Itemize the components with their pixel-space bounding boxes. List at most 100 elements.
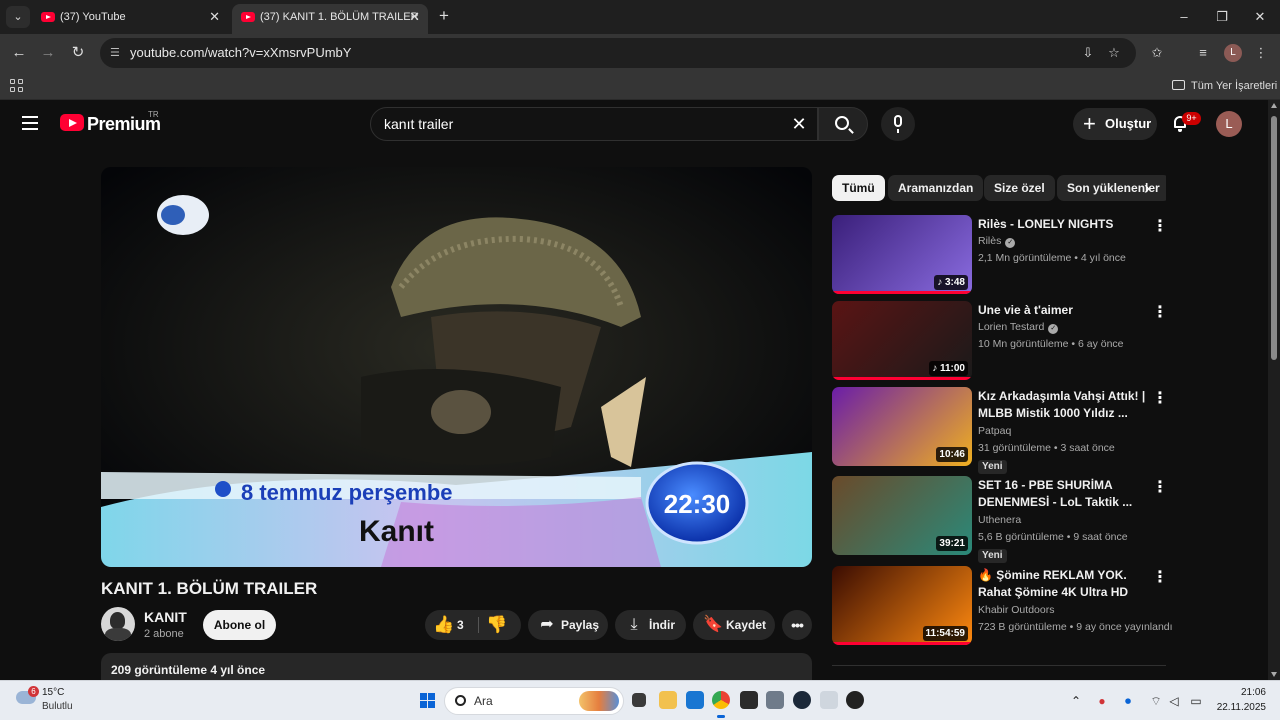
video-thumbnail[interactable]: 39:21 [832, 476, 972, 555]
browser-profile-avatar[interactable]: L [1224, 44, 1242, 62]
new-tab-button[interactable]: + [434, 6, 454, 26]
video-thumbnail[interactable]: ♪ 3:48 [832, 215, 972, 294]
site-info-icon[interactable]: ☰ [110, 46, 124, 60]
video-player[interactable]: 8 temmuz perşembe 22:30 Kanıt [101, 167, 812, 567]
video-thumbnail[interactable]: ♪ 11:00 [832, 301, 972, 380]
tab-close-icon[interactable]: ✕ [409, 4, 420, 30]
minimize-button[interactable]: – [1164, 6, 1204, 28]
recommendation-channel[interactable]: Rilès ✓ [978, 235, 1016, 248]
dislike-thumb-icon[interactable]: 👎 [485, 610, 509, 640]
scroll-up-icon[interactable] [1271, 103, 1277, 108]
more-options-icon[interactable]: ⋮ [1152, 303, 1168, 323]
recommendation-title[interactable]: Une vie à t'aimer [978, 302, 1146, 319]
recommendation-item[interactable]: ♪ 3:48 Rilès - LONELY NIGHTS Rilès ✓ 2,1 Mn … [832, 215, 1168, 295]
chip-for-you[interactable]: Size özel [984, 175, 1055, 201]
like-thumb-icon[interactable]: 👍 [433, 610, 454, 640]
recommendation-title[interactable]: SET 16 - PBE SHURİMA DENENMESİ - LoL Tak… [978, 477, 1146, 511]
recommendation-channel[interactable]: Khabir Outdoors [978, 604, 1054, 616]
more-options-icon[interactable]: ⋮ [1152, 217, 1168, 237]
voice-search-button[interactable] [881, 107, 915, 141]
windows-start-icon[interactable] [420, 693, 435, 708]
clock-date[interactable]: 22.11.2025 [1208, 702, 1266, 713]
recommendation-title[interactable]: 🔥 Şömine REKLAM YOK. Rahat Şömine 4K Ult… [978, 567, 1146, 601]
guide-menu-icon[interactable] [22, 116, 38, 130]
task-view-icon[interactable] [632, 693, 646, 707]
folder-icon [1172, 80, 1185, 90]
create-button[interactable]: + Oluştur [1073, 108, 1157, 140]
recommendation-item[interactable]: ♪ 11:00 Une vie à t'aimer Lorien Testard ✓ 1… [832, 301, 1168, 381]
clock-time[interactable]: 21:06 [1232, 687, 1266, 698]
scrollbar-thumb[interactable] [1271, 116, 1277, 360]
media-controls-icon[interactable]: ≡ [1194, 44, 1212, 62]
maximize-button[interactable]: ❐ [1202, 6, 1242, 28]
tray-app-icon[interactable]: ● [1094, 693, 1110, 709]
more-options-icon[interactable]: ⋮ [1152, 389, 1168, 409]
tab-close-icon[interactable]: ✕ [209, 4, 220, 30]
game-app-icon[interactable] [846, 691, 864, 709]
browser-tab-video[interactable]: (37) KANIT 1. BÖLÜM TRAILER ✕ [232, 4, 428, 34]
recommendation-channel[interactable]: Uthenera [978, 514, 1021, 526]
share-button[interactable]: ➦ Paylaş [528, 610, 608, 640]
video-thumbnail[interactable]: 10:46 [832, 387, 972, 466]
back-arrow-icon[interactable]: ← [8, 42, 30, 64]
weather-temperature[interactable]: 15°C [42, 687, 64, 698]
recommendation-item[interactable]: 11:54:59 🔥 Şömine REKLAM YOK. Rahat Şömin… [832, 566, 1173, 646]
install-app-icon[interactable]: ⇩ [1080, 45, 1096, 61]
chrome-icon[interactable] [712, 691, 730, 718]
recommendation-channel[interactable]: Patpaq [978, 425, 1011, 437]
recommendation-title[interactable]: Kız Arkadaşımla Vahşi Attık! | MLBB Mist… [978, 388, 1146, 422]
video-thumbnail[interactable]: 11:54:59 [832, 566, 972, 645]
notes-app-icon[interactable] [740, 691, 758, 709]
recommendation-channel[interactable]: Lorien Testard ✓ [978, 321, 1059, 334]
description-box[interactable]: 209 görüntüleme 4 yıl önce [101, 653, 812, 680]
search-input[interactable]: kanıt trailer ✕ [370, 107, 818, 141]
channel-avatar[interactable] [101, 607, 135, 641]
bookmark-star-icon[interactable]: ☆ [1106, 45, 1122, 61]
scroll-down-icon[interactable] [1271, 672, 1277, 677]
tab-search-button[interactable]: ⌄ [6, 6, 30, 28]
save-button[interactable]: 🔖 Kaydet [693, 610, 775, 640]
chevron-right-icon[interactable]: › [1136, 175, 1158, 201]
download-button[interactable]: ⤓ İndir [615, 610, 686, 640]
search-query[interactable]: kanıt trailer [384, 108, 453, 140]
search-button[interactable] [818, 107, 868, 141]
recommendation-item[interactable]: 10:46 Kız Arkadaşımla Vahşi Attık! | MLBB… [832, 387, 1168, 474]
account-avatar[interactable]: L [1216, 111, 1242, 137]
chip-all[interactable]: Tümü [832, 175, 885, 201]
window-close-button[interactable]: ✕ [1240, 6, 1280, 28]
like-count[interactable]: 3 [457, 610, 464, 640]
microphone-tray-icon[interactable]: ⏺ [1120, 693, 1136, 709]
browser-tab-youtube[interactable]: (37) YouTube ✕ [32, 4, 228, 34]
recommendation-item[interactable]: 39:21 SET 16 - PBE SHURİMA DENENMESİ - Lo… [832, 476, 1168, 563]
more-options-icon[interactable]: ⋮ [1152, 568, 1168, 588]
recommendation-title[interactable]: Rilès - LONELY NIGHTS [978, 216, 1146, 233]
clear-search-icon[interactable]: ✕ [789, 114, 809, 134]
address-bar[interactable]: ☰ youtube.com/watch?v=xXmsrvPUmbY ⇩ ☆ [100, 38, 1136, 68]
channel-name[interactable]: KANIT [144, 609, 187, 625]
all-bookmarks-button[interactable]: Tüm Yer İşaretleri [1172, 72, 1277, 100]
battery-icon[interactable]: ▭ [1188, 693, 1204, 709]
more-options-icon[interactable]: ⋮ [1152, 478, 1168, 498]
photos-icon[interactable] [820, 691, 838, 709]
reload-icon[interactable]: ↻ [67, 42, 89, 64]
taskbar-search[interactable]: Ara [444, 687, 624, 715]
speaker-icon[interactable]: ◁ [1166, 693, 1182, 709]
steam-icon[interactable] [793, 691, 811, 709]
outlook-icon[interactable] [686, 691, 704, 709]
tray-overflow-icon[interactable]: ⌃ [1068, 693, 1084, 709]
youtube-logo-icon[interactable] [60, 114, 84, 131]
subscribe-button[interactable]: Abone ol [203, 610, 276, 640]
chip-from-search[interactable]: Aramanızdan [888, 175, 984, 201]
weather-description[interactable]: Bulutlu [42, 701, 73, 712]
wifi-icon[interactable]: ⌔ [1148, 693, 1164, 709]
page-scrollbar[interactable] [1268, 100, 1280, 680]
calculator-icon[interactable] [766, 691, 784, 709]
forward-arrow-icon[interactable]: → [37, 42, 59, 64]
bookmarks-icon[interactable]: ✩ [1148, 44, 1166, 62]
file-explorer-icon[interactable] [659, 691, 677, 709]
weather-badge: 6 [28, 686, 39, 697]
more-actions-button[interactable]: ••• [782, 610, 812, 640]
browser-menu-icon[interactable]: ⋮ [1252, 44, 1270, 62]
apps-grid-icon[interactable] [10, 79, 24, 93]
url-text[interactable]: youtube.com/watch?v=xXmsrvPUmbY [130, 38, 351, 68]
